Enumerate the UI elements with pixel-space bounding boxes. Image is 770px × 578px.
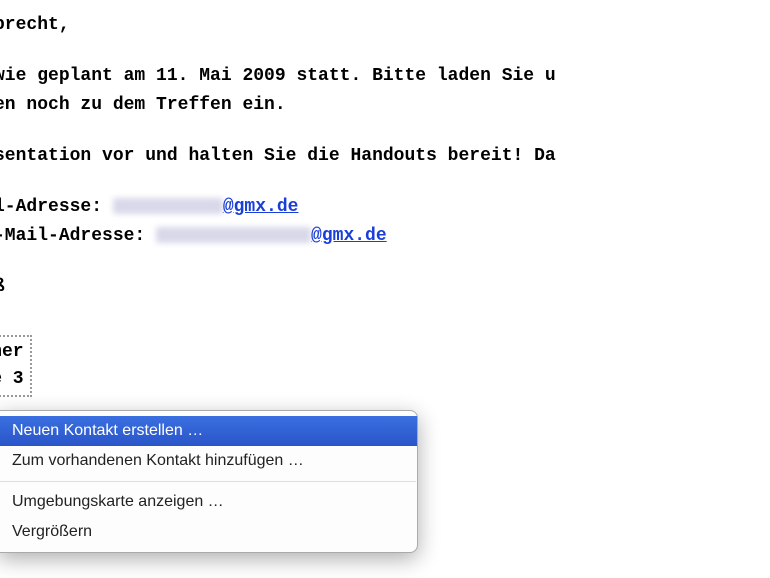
closing-line: m Gruß: [0, 274, 770, 301]
body-line-3: e Präsentation vor und halten Sie die Ha…: [0, 143, 770, 170]
email-link-1[interactable]: @gmx.de: [223, 197, 299, 217]
body-text-1a: det, wie geplant am 11. Mai 2009 statt. …: [0, 66, 556, 86]
redacted-name-1: [113, 198, 223, 214]
email-address-line-1: E-Mail-Adresse: @gmx.de: [0, 194, 770, 221]
closing-text: m Gruß: [0, 277, 5, 297]
email-address-line-2: rau E-Mail-Adresse: @gmx.de: [0, 223, 770, 250]
highlight-line-1: raucher: [0, 339, 24, 366]
body-text-2: e Präsentation vor und halten Sie die Ha…: [0, 146, 556, 166]
highlight-line-2: rasse 3: [0, 366, 24, 393]
greeting-text: rr Albrecht,: [0, 15, 70, 35]
email-body: rr Albrecht, det, wie geplant am 11. Mai…: [0, 0, 770, 397]
body-line-1: det, wie geplant am 11. Mai 2009 statt. …: [0, 63, 770, 90]
menu-separator: [0, 481, 416, 482]
menu-item-show-map[interactable]: Umgebungskarte anzeigen …: [0, 487, 417, 517]
detected-data-highlight[interactable]: raucher rasse 3: [0, 335, 32, 397]
greeting-line: rr Albrecht,: [0, 12, 770, 39]
body-line-2: ersonen noch zu dem Treffen ein.: [0, 92, 770, 119]
menu-item-new-contact[interactable]: Neuen Kontakt erstellen …: [0, 416, 417, 446]
menu-item-add-existing-contact[interactable]: Zum vorhandenen Kontakt hinzufügen …: [0, 446, 417, 476]
context-menu: Neuen Kontakt erstellen … Zum vorhandene…: [0, 410, 418, 553]
menu-item-zoom[interactable]: Vergrößern: [0, 517, 417, 547]
redacted-name-2: [156, 227, 311, 243]
email-link-2[interactable]: @gmx.de: [311, 226, 387, 246]
body-text-1b: ersonen noch zu dem Treffen ein.: [0, 95, 286, 115]
email-label-1: E-Mail-Adresse:: [0, 197, 113, 217]
email-label-2: rau E-Mail-Adresse:: [0, 226, 156, 246]
